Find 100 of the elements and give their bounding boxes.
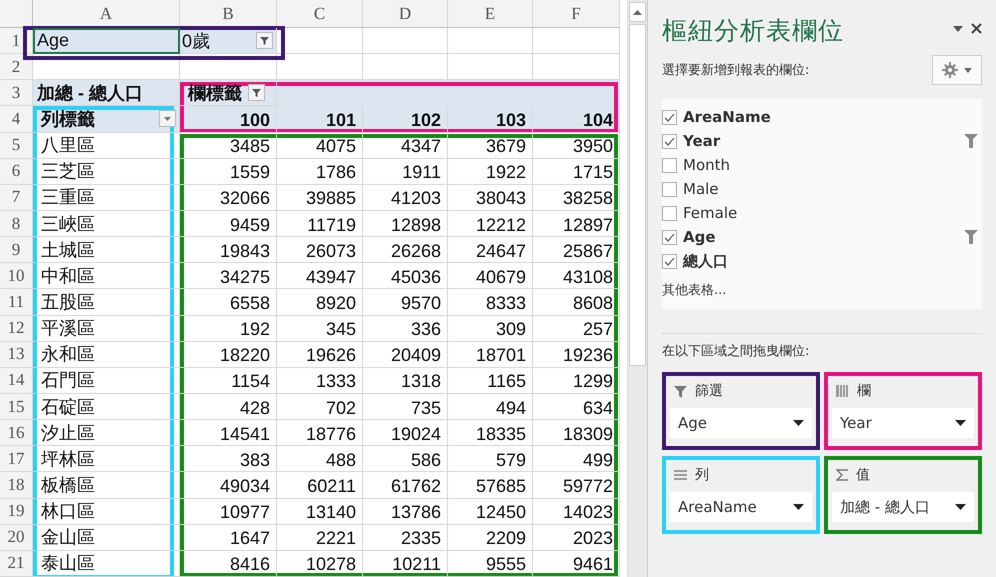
table-cell: 41203 bbox=[363, 184, 448, 211]
column-header[interactable]: E bbox=[448, 0, 533, 28]
row-header[interactable]: 14 bbox=[0, 368, 33, 394]
table-cell: 192 bbox=[180, 316, 277, 342]
table-cell: 12898 bbox=[363, 210, 448, 238]
panel-subtitle: 選擇要新增到報表的欄位: bbox=[662, 62, 810, 79]
more-tables-link[interactable]: 其他表格... bbox=[662, 281, 982, 299]
area-label: 篩選 bbox=[695, 382, 723, 400]
panel-title: 樞紐分析表欄位 bbox=[662, 15, 844, 47]
row-header[interactable]: 4 bbox=[0, 106, 33, 133]
table-cell: 八里區 bbox=[33, 132, 180, 159]
table-cell: 8333 bbox=[448, 289, 533, 316]
field-name[interactable]: Age bbox=[683, 228, 716, 246]
table-cell-text: 0歲 bbox=[182, 30, 210, 53]
area-field-dropdown[interactable]: 加總 - 總人口 bbox=[832, 492, 974, 522]
table-cell: 8920 bbox=[277, 289, 363, 316]
row-header[interactable]: 11 bbox=[0, 289, 33, 316]
row-header[interactable]: 21 bbox=[0, 550, 33, 577]
table-cell-text: 列標籤 bbox=[41, 108, 95, 131]
table-cell: 9461 bbox=[533, 550, 620, 577]
table-cell: 2209 bbox=[448, 524, 533, 551]
column-header[interactable]: B bbox=[180, 0, 277, 28]
table-cell: 1165 bbox=[448, 368, 533, 394]
table-cell: 加總 - 總人口 bbox=[33, 80, 180, 106]
table-cell: 1715 bbox=[533, 158, 620, 185]
table-cell: 702 bbox=[277, 394, 363, 420]
table-cell: 383 bbox=[180, 446, 277, 472]
field-name[interactable]: AreaName bbox=[683, 108, 771, 126]
table-cell: 石門區 bbox=[33, 368, 180, 394]
table-cell: 9555 bbox=[448, 550, 533, 577]
row-header[interactable]: 3 bbox=[0, 80, 33, 106]
field-name[interactable]: Year bbox=[683, 132, 720, 150]
table-cell: 735 bbox=[363, 394, 448, 420]
table-cell: 坪林區 bbox=[33, 446, 180, 472]
table-cell: 60211 bbox=[277, 472, 363, 499]
field-name[interactable]: Male bbox=[683, 180, 719, 198]
table-cell: 38258 bbox=[533, 184, 620, 211]
row-header[interactable]: 9 bbox=[0, 237, 33, 264]
table-cell: 6558 bbox=[180, 289, 277, 316]
row-header[interactable]: 19 bbox=[0, 498, 33, 525]
table-cell: 三芝區 bbox=[33, 158, 180, 185]
table-cell[interactable]: Age bbox=[33, 28, 180, 54]
field-name[interactable]: Month bbox=[683, 156, 730, 174]
row-header[interactable]: 5 bbox=[0, 132, 33, 159]
table-cell: 13786 bbox=[363, 498, 448, 525]
table-cell: 45036 bbox=[363, 263, 448, 290]
area-field-dropdown[interactable]: Age bbox=[670, 408, 812, 438]
table-cell: 3679 bbox=[448, 132, 533, 159]
table-cell: 309 bbox=[448, 316, 533, 342]
table-cell: 18776 bbox=[277, 420, 363, 446]
table-cell: 428 bbox=[180, 394, 277, 420]
table-cell: 18220 bbox=[180, 342, 277, 368]
table-cell: 101 bbox=[277, 106, 363, 133]
field-name[interactable]: 總人口 bbox=[683, 252, 728, 270]
table-cell: 19024 bbox=[363, 420, 448, 446]
column-header[interactable]: D bbox=[363, 0, 448, 28]
field-name[interactable]: Female bbox=[683, 204, 738, 222]
row-header[interactable]: 8 bbox=[0, 210, 33, 238]
table-cell: 26073 bbox=[277, 237, 363, 264]
area-field-dropdown[interactable]: AreaName bbox=[670, 492, 812, 522]
column-header[interactable]: C bbox=[277, 0, 363, 28]
table-cell: 24647 bbox=[448, 237, 533, 264]
row-header[interactable]: 20 bbox=[0, 524, 33, 551]
table-cell: 4347 bbox=[363, 132, 448, 159]
table-cell: 19626 bbox=[277, 342, 363, 368]
table-cell: 土城區 bbox=[33, 237, 180, 264]
table-cell: 3485 bbox=[180, 132, 277, 159]
row-header[interactable]: 17 bbox=[0, 446, 33, 472]
table-cell: 634 bbox=[533, 394, 620, 420]
table-cell: 2335 bbox=[363, 524, 448, 551]
column-header[interactable]: A bbox=[33, 0, 180, 28]
row-header[interactable]: 13 bbox=[0, 342, 33, 368]
table-cell: 26268 bbox=[363, 237, 448, 264]
table-cell: 9459 bbox=[180, 210, 277, 238]
table-cell: 石碇區 bbox=[33, 394, 180, 420]
table-cell: 100 bbox=[180, 106, 277, 133]
table-cell: 汐止區 bbox=[33, 420, 180, 446]
table-cell-text: 欄標籤 bbox=[188, 82, 242, 105]
table-cell: 39885 bbox=[277, 184, 363, 211]
column-header[interactable]: F bbox=[533, 0, 620, 28]
table-cell: 三重區 bbox=[33, 184, 180, 211]
table-cell: 12897 bbox=[533, 210, 620, 238]
row-header[interactable]: 2 bbox=[0, 54, 33, 80]
table-cell: 488 bbox=[277, 446, 363, 472]
table-cell: 586 bbox=[363, 446, 448, 472]
row-header[interactable]: 15 bbox=[0, 394, 33, 420]
table-cell: 59772 bbox=[533, 472, 620, 499]
row-header[interactable]: 18 bbox=[0, 472, 33, 499]
table-cell: 43108 bbox=[533, 263, 620, 290]
table-cell: 579 bbox=[448, 446, 533, 472]
row-header[interactable]: 6 bbox=[0, 158, 33, 185]
table-cell: 257 bbox=[533, 316, 620, 342]
area-field-dropdown[interactable]: Year bbox=[832, 408, 974, 438]
row-header[interactable]: 12 bbox=[0, 316, 33, 342]
row-header[interactable]: 7 bbox=[0, 184, 33, 211]
table-cell: 泰山區 bbox=[33, 550, 180, 577]
row-header[interactable]: 10 bbox=[0, 263, 33, 290]
table-cell: 1559 bbox=[180, 158, 277, 185]
table-cell: 19843 bbox=[180, 237, 277, 264]
row-header[interactable]: 16 bbox=[0, 420, 33, 446]
